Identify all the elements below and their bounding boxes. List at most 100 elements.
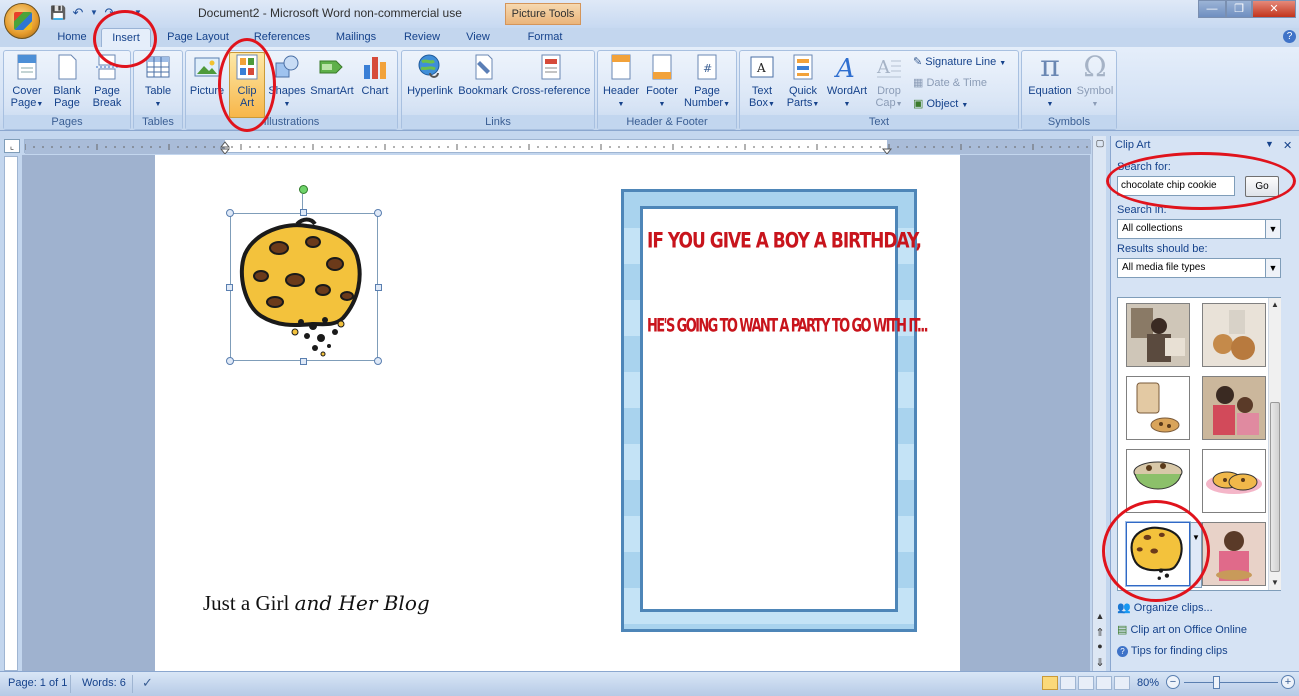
zoom-out-icon[interactable]: −	[1166, 675, 1180, 689]
tab-references[interactable]: References	[248, 28, 316, 47]
clip-search-input[interactable]: chocolate chip cookie	[1117, 176, 1235, 196]
results-scroll-thumb[interactable]	[1270, 402, 1280, 572]
results-type-select[interactable]: All media file types ▼	[1117, 258, 1281, 278]
web-layout-icon[interactable]	[1078, 676, 1094, 690]
resize-handle[interactable]	[374, 209, 382, 217]
minimize-button[interactable]: —	[1198, 0, 1226, 18]
tab-format[interactable]: Format	[512, 28, 578, 47]
document-vertical-scrollbar[interactable]: ▢ ▲ ⇑ ● ⇓	[1092, 136, 1106, 671]
scroll-down-icon[interactable]: ▼	[1269, 578, 1281, 587]
clip-result-thumbnail[interactable]	[1126, 449, 1190, 513]
resize-handle[interactable]	[375, 284, 382, 291]
close-button[interactable]: ✕	[1252, 0, 1296, 18]
drop-cap-button[interactable]: A Drop Cap▼	[872, 53, 906, 111]
help-icon[interactable]: ?	[1283, 30, 1296, 43]
text-box-button[interactable]: A Text Box▼	[743, 53, 781, 111]
tab-selector[interactable]: ⌞	[4, 139, 20, 153]
resize-handle[interactable]	[226, 357, 234, 365]
clip-result-thumbnail[interactable]	[1202, 449, 1266, 513]
office-button[interactable]	[4, 3, 40, 39]
outline-view-icon[interactable]	[1096, 676, 1112, 690]
pane-options-icon[interactable]: ▼	[1265, 139, 1274, 149]
chart-button[interactable]: Chart	[357, 53, 393, 97]
results-scrollbar[interactable]: ▲ ▼	[1268, 298, 1281, 590]
page-break-button[interactable]: Page Break	[88, 53, 126, 109]
bookmark-button[interactable]: Bookmark	[457, 53, 509, 97]
undo-icon[interactable]: ↶	[70, 5, 86, 21]
horizontal-ruler[interactable]	[24, 139, 1091, 155]
tab-view[interactable]: View	[456, 28, 500, 47]
clip-result-thumbnail[interactable]	[1126, 303, 1190, 367]
office-online-link[interactable]: ▤ Clip art on Office Online	[1117, 623, 1247, 636]
quick-parts-button[interactable]: Quick Parts▼	[782, 53, 824, 111]
hyperlink-button[interactable]: Hyperlink	[405, 53, 455, 97]
resize-handle[interactable]	[226, 209, 234, 217]
tab-review[interactable]: Review	[396, 28, 448, 47]
clip-options-dropdown[interactable]: ▼	[1190, 522, 1202, 588]
pane-close-icon[interactable]: ✕	[1283, 139, 1292, 152]
prev-page-icon[interactable]: ⇑	[1094, 626, 1106, 639]
search-in-select[interactable]: All collections ▼	[1117, 219, 1281, 239]
tab-mailings[interactable]: Mailings	[326, 28, 386, 47]
print-layout-view-icon[interactable]	[1042, 676, 1058, 690]
blank-page-button[interactable]: Blank Page	[48, 53, 86, 109]
clip-result-thumbnail-selected[interactable]	[1126, 522, 1190, 586]
browse-object-icon[interactable]: ●	[1094, 641, 1106, 653]
smartart-button[interactable]: SmartArt	[309, 53, 355, 97]
draft-view-icon[interactable]	[1114, 676, 1130, 690]
cover-page-button[interactable]: Cover Page▼	[8, 53, 46, 111]
tab-insert[interactable]: Insert	[101, 28, 151, 47]
go-button[interactable]: Go	[1245, 176, 1279, 197]
resize-handle[interactable]	[300, 358, 307, 365]
ruler-toggle-icon[interactable]: ▢	[1094, 138, 1106, 150]
page-number-button[interactable]: # Page Number▼	[683, 53, 731, 111]
resize-handle[interactable]	[300, 209, 307, 216]
resize-handle[interactable]	[226, 284, 233, 291]
tab-home[interactable]: Home	[48, 28, 96, 47]
scroll-up-icon[interactable]: ▲	[1269, 300, 1281, 309]
tips-link[interactable]: ? Tips for finding clips	[1117, 645, 1228, 657]
full-screen-reading-icon[interactable]	[1060, 676, 1076, 690]
word-count[interactable]: Words: 6	[82, 677, 126, 689]
header-button[interactable]: Header ▼	[601, 53, 641, 111]
customize-qat-icon[interactable]: ▼	[130, 5, 146, 21]
next-page-icon[interactable]: ⇓	[1094, 656, 1106, 669]
picture-button[interactable]: Picture	[188, 53, 226, 97]
shapes-button[interactable]: Shapes ▼	[268, 53, 306, 111]
cookie-image[interactable]	[230, 213, 378, 361]
zoom-slider-thumb[interactable]	[1213, 676, 1220, 689]
wordart-button[interactable]: A WordArt ▼	[824, 53, 870, 111]
equation-button[interactable]: π Equation ▼	[1025, 52, 1075, 111]
group-tables-label: Tables	[134, 115, 182, 129]
signature-line-button[interactable]: ✎ Signature Line ▼	[913, 54, 1006, 70]
vertical-ruler[interactable]	[4, 156, 18, 671]
zoom-slider-track[interactable]	[1184, 682, 1278, 683]
clip-result-thumbnail[interactable]	[1202, 303, 1266, 367]
birthday-card[interactable]: IF YOU GIVE A BOY A BIRTHDAY, HE'S GOING…	[621, 189, 929, 632]
resize-handle[interactable]	[374, 357, 382, 365]
clip-result-thumbnail[interactable]	[1202, 376, 1266, 440]
object-button[interactable]: ▣ Object ▼	[913, 96, 968, 112]
cross-reference-button[interactable]: Cross-reference	[511, 53, 591, 97]
proofing-icon[interactable]: ✓	[142, 675, 153, 691]
clip-art-button[interactable]: Clip Art	[229, 53, 265, 109]
clip-result-thumbnail[interactable]	[1202, 522, 1266, 586]
footer-button[interactable]: Footer ▼	[642, 53, 682, 111]
maximize-button[interactable]: ❐	[1226, 0, 1252, 18]
organize-clips-link[interactable]: 👥 Organize clips...	[1117, 601, 1213, 614]
rotate-handle[interactable]	[299, 185, 308, 194]
clip-result-thumbnail[interactable]	[1126, 376, 1190, 440]
undo-dropdown-icon[interactable]: ▼	[86, 5, 102, 21]
table-button[interactable]: Table ▼	[138, 53, 178, 111]
scroll-up-icon[interactable]: ▲	[1094, 611, 1106, 623]
zoom-in-icon[interactable]: +	[1281, 675, 1295, 689]
page-count[interactable]: Page: 1 of 1	[8, 677, 67, 689]
redo-icon[interactable]: ↷	[102, 5, 118, 21]
zoom-level[interactable]: 80%	[1137, 677, 1159, 689]
group-header-footer-label: Header & Footer	[598, 115, 736, 129]
save-icon[interactable]: 💾	[50, 5, 66, 21]
document-page[interactable]: IF YOU GIVE A BOY A BIRTHDAY, HE'S GOING…	[155, 155, 960, 671]
date-time-button[interactable]: ▦ Date & Time	[913, 75, 987, 91]
tab-page-layout[interactable]: Page Layout	[160, 28, 236, 47]
symbol-button[interactable]: Ω Symbol ▼	[1075, 53, 1115, 111]
